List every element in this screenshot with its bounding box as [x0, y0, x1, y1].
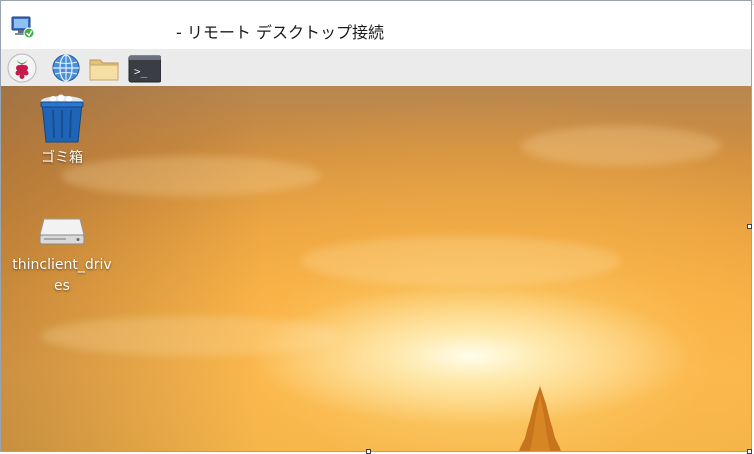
terminal-prompt-glyph: >_ — [134, 65, 148, 78]
file-manager-button[interactable] — [88, 53, 122, 83]
desktop-background[interactable]: ゴミ箱 thinclient_drives — [1, 86, 751, 451]
drive-icon — [39, 218, 85, 245]
desktop-item-label: thinclient_drives — [12, 257, 112, 294]
web-browser-icon — [52, 54, 80, 82]
cloud-streak — [301, 236, 621, 286]
web-browser-button[interactable] — [49, 53, 83, 83]
remote-desktop-icon[interactable] — [10, 14, 36, 40]
desktop-item-thinclient-drives[interactable]: thinclient_drives — [12, 211, 112, 297]
title-bar[interactable]: - リモート デスクトップ接続 — [1, 5, 751, 49]
terminal-icon: >_ — [128, 55, 162, 83]
terminal-button[interactable]: >_ — [127, 53, 162, 83]
trash-icon — [40, 94, 84, 143]
raspberry-menu-button[interactable] — [5, 53, 39, 83]
resize-handle-corner[interactable] — [747, 449, 752, 454]
desktop-item-trash[interactable]: ゴミ箱 — [12, 94, 112, 169]
pagoda-silhouette — [519, 386, 561, 451]
raspberry-menu-icon — [7, 53, 37, 83]
remote-desktop-window: - リモート デスクトップ接続 >_ ゴミ箱 thinclient_drives — [0, 0, 752, 452]
window-title: - リモート デスクトップ接続 — [176, 23, 384, 42]
cloud-streak — [41, 316, 341, 356]
desktop-item-label: ゴミ箱 — [41, 150, 83, 166]
resize-handle-bottom[interactable] — [366, 449, 371, 454]
file-manager-icon — [89, 59, 119, 81]
taskbar-panel: >_ — [1, 49, 751, 87]
cloud-streak — [521, 126, 721, 166]
resize-handle-right[interactable] — [747, 224, 752, 229]
